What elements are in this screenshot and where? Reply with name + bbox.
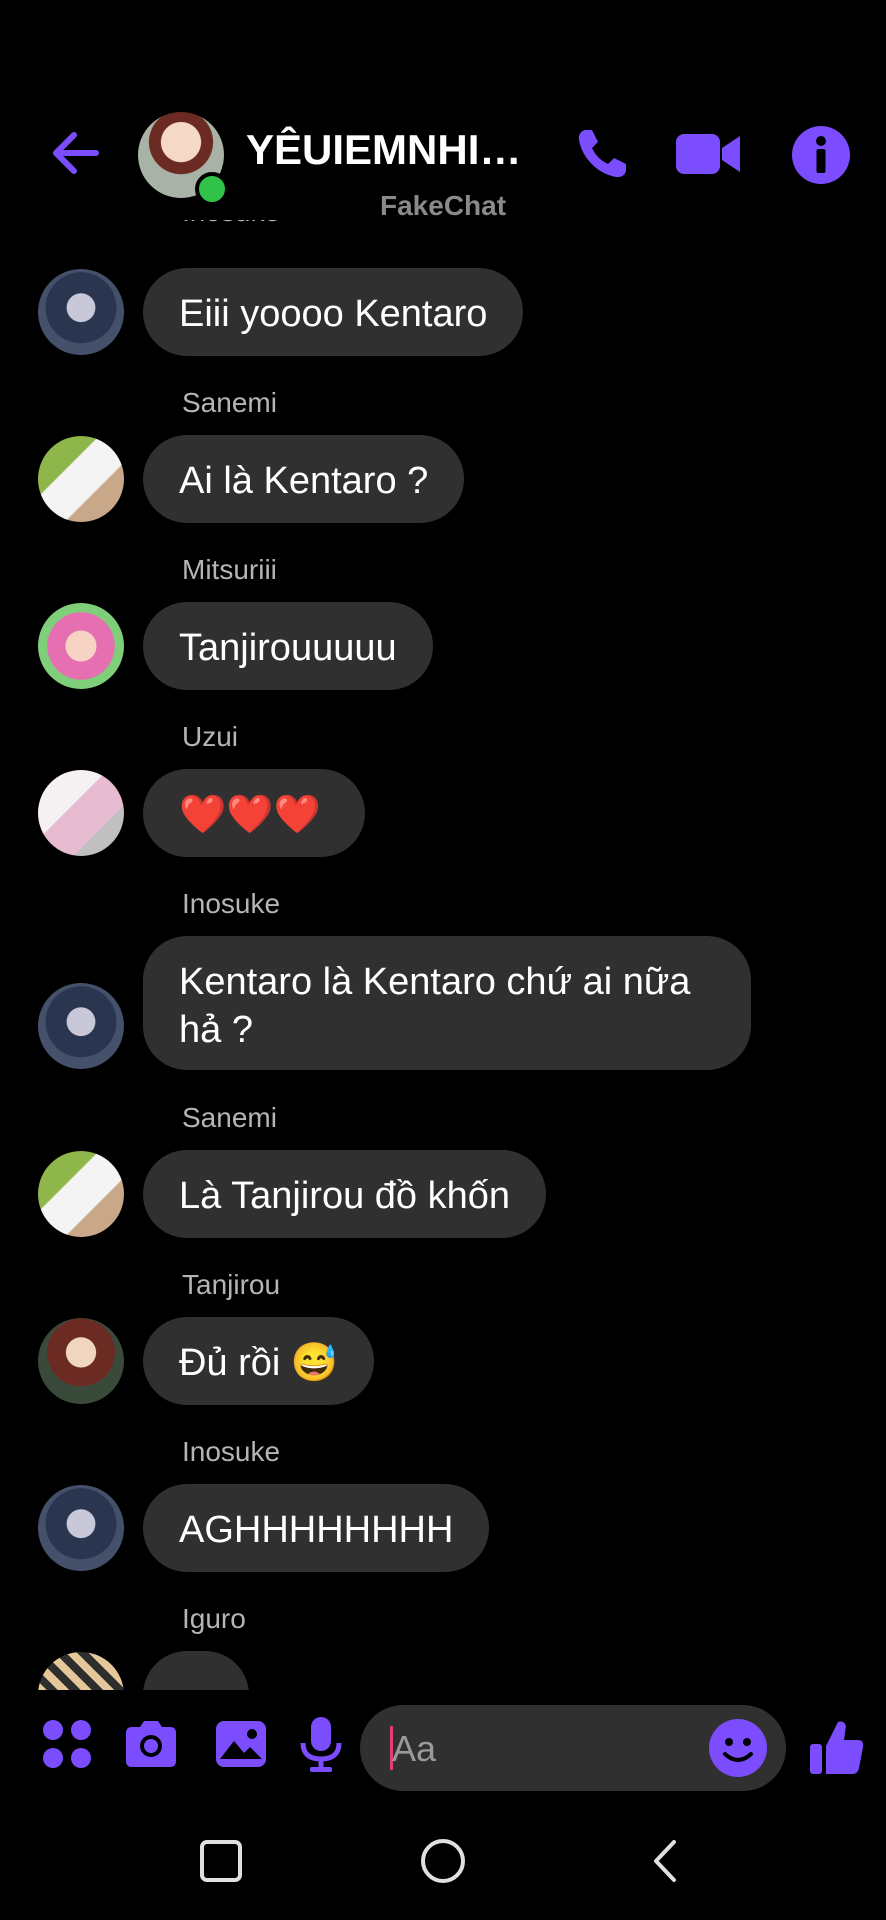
microphone-icon[interactable] xyxy=(296,1715,346,1773)
nav-home-icon[interactable] xyxy=(420,1838,466,1884)
message-bubble[interactable]: Eiii yoooo Kentaro xyxy=(143,268,524,356)
emoji-icon[interactable] xyxy=(708,1718,768,1778)
message-bubble[interactable]: AGHHHHHHHH xyxy=(143,1484,490,1572)
sanemi-avatar[interactable] xyxy=(38,1151,124,1237)
message-bubble[interactable]: ❤️❤️❤️ xyxy=(143,769,365,857)
inosuke-avatar[interactable] xyxy=(38,269,124,355)
back-arrow-icon[interactable] xyxy=(48,125,104,181)
mitsuri-avatar[interactable] xyxy=(38,603,124,689)
sanemi-avatar[interactable] xyxy=(38,436,124,522)
sender-name: Sanemi xyxy=(182,1102,277,1133)
camera-icon[interactable] xyxy=(122,1715,180,1773)
message-bubble[interactable]: Tanjirouuuuu xyxy=(143,602,433,690)
uzui-avatar[interactable] xyxy=(38,770,124,856)
iguro-avatar[interactable] xyxy=(38,1652,124,1690)
sender-name: Inosuke xyxy=(182,1436,281,1467)
thumbs-up-icon[interactable] xyxy=(808,1716,866,1778)
sender-name: Inosuke xyxy=(182,888,281,919)
nav-back-icon[interactable] xyxy=(644,1838,690,1884)
online-status-dot xyxy=(195,172,229,206)
message-bubble[interactable]: Kentaro là Kentaro chứ ai nữa hả ? xyxy=(143,936,751,1070)
tanjirou-avatar[interactable] xyxy=(38,1318,124,1404)
message-bubble[interactable]: Đủ rồi 😅 xyxy=(143,1317,375,1405)
sender-name: Inosuke xyxy=(182,220,280,228)
nav-recents-icon[interactable] xyxy=(198,1838,244,1884)
chat-header: YÊUIEMNHIEU... FakeChat xyxy=(0,0,886,230)
sender-name: Iguro xyxy=(182,1603,246,1634)
sender-name: Mitsuriii xyxy=(182,554,277,585)
watermark: FakeChat xyxy=(380,190,507,221)
message-bubble[interactable]: Là Tanjirou đồ khốn xyxy=(143,1150,546,1238)
sender-name: Uzui xyxy=(182,721,239,752)
message-list[interactable]: Inosuke Eiii yoooo Kentaro Sanemi Ai là … xyxy=(0,220,886,1690)
message-bubble[interactable]: Ai là Kentaro ? xyxy=(143,435,465,523)
info-icon[interactable] xyxy=(790,124,852,186)
inosuke-avatar[interactable] xyxy=(38,983,124,1069)
phone-icon[interactable] xyxy=(572,124,632,184)
message-input-placeholder: Aa xyxy=(392,1728,437,1769)
inosuke-avatar[interactable] xyxy=(38,1485,124,1571)
message-line: hả ? xyxy=(179,1009,253,1051)
gallery-icon[interactable] xyxy=(212,1715,270,1773)
message-line: Kentaro là Kentaro chứ ai nữa xyxy=(179,961,691,1003)
message-bubble[interactable] xyxy=(143,1651,249,1690)
apps-grid-icon[interactable] xyxy=(38,1715,96,1773)
video-call-icon[interactable] xyxy=(674,124,742,184)
conversation-title[interactable]: YÊUIEMNHIEU... xyxy=(246,126,546,174)
sender-name: Tanjirou xyxy=(182,1269,281,1300)
sender-name: Sanemi xyxy=(182,387,277,418)
